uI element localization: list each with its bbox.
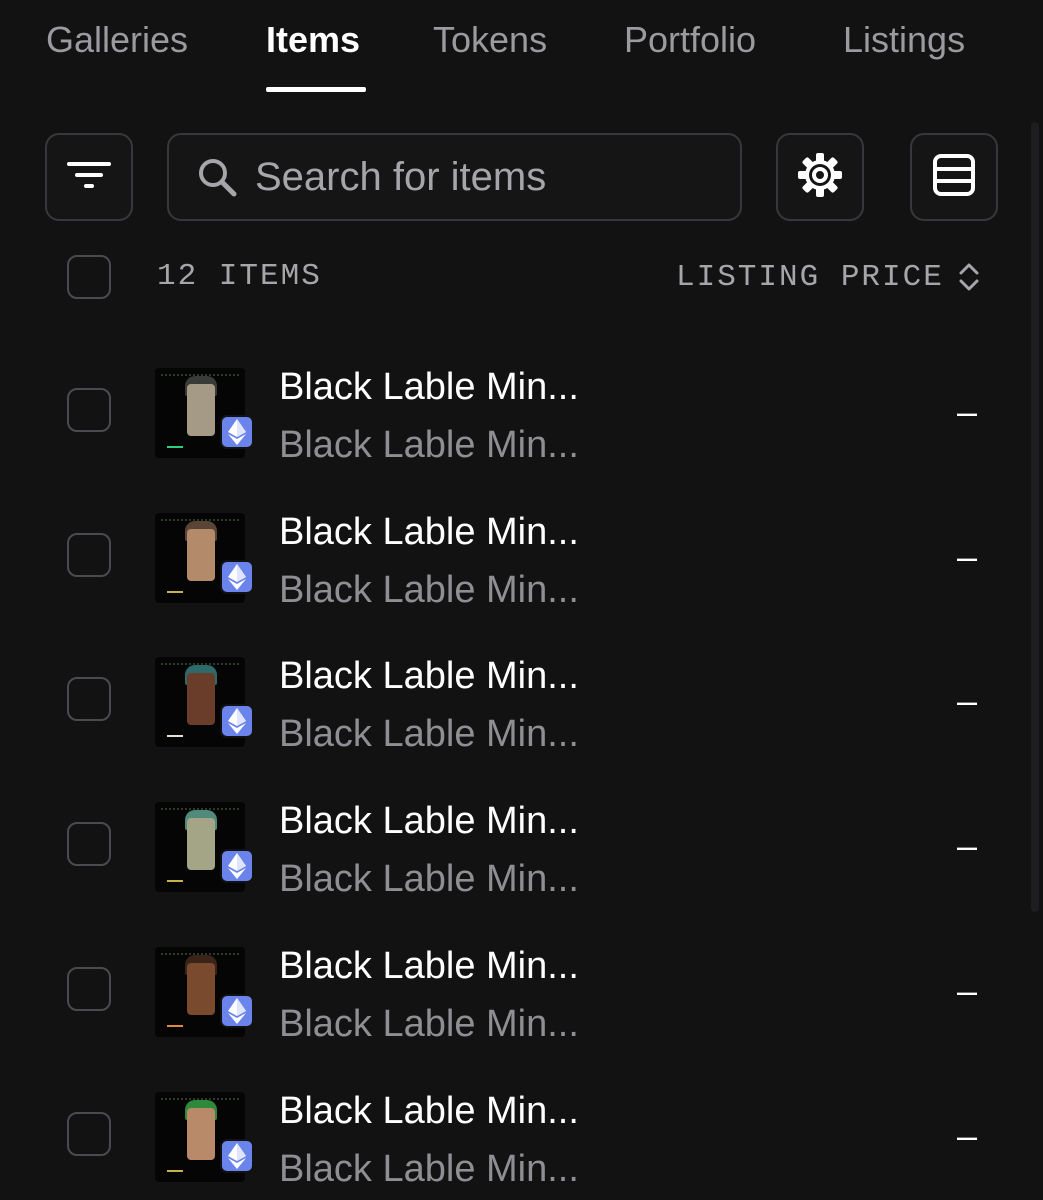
list-item[interactable]: Black Lable Min... Black Lable Min... – [0, 489, 1043, 634]
sort-arrows-icon [958, 260, 980, 294]
item-checkbox[interactable] [67, 533, 111, 577]
item-title: Black Lable Min... [279, 1090, 579, 1132]
list-item[interactable]: Black Lable Min... Black Lable Min... – [0, 778, 1043, 923]
tab-tokens[interactable]: Tokens [433, 18, 547, 62]
item-collection: Black Lable Min... [279, 424, 579, 466]
item-title: Black Lable Min... [279, 800, 579, 842]
item-listing-price: – [956, 970, 977, 1011]
search-box [167, 133, 742, 221]
settings-button[interactable] [776, 133, 864, 221]
tab-listings[interactable]: Listings [843, 18, 965, 62]
list-item[interactable]: Black Lable Min... Black Lable Min... – [0, 633, 1043, 778]
ethereum-icon [220, 994, 254, 1028]
item-collection: Black Lable Min... [279, 1003, 579, 1045]
item-checkbox[interactable] [67, 677, 111, 721]
active-tab-indicator [266, 87, 366, 92]
item-checkbox[interactable] [67, 967, 111, 1011]
ethereum-icon [220, 704, 254, 738]
list-item[interactable]: Black Lable Min... Black Lable Min... – [0, 1068, 1043, 1200]
item-title: Black Lable Min... [279, 945, 579, 987]
tab-items[interactable]: Items [266, 18, 360, 62]
tab-portfolio[interactable]: Portfolio [624, 18, 756, 62]
item-listing-price: – [956, 391, 977, 432]
filter-icon [67, 160, 111, 195]
item-count: 12 ITEMS [157, 259, 322, 294]
item-collection: Black Lable Min... [279, 858, 579, 900]
item-listing-price: – [956, 825, 977, 866]
list-item[interactable]: Black Lable Min... Black Lable Min... – [0, 923, 1043, 1068]
item-title: Black Lable Min... [279, 366, 579, 408]
item-collection: Black Lable Min... [279, 1148, 579, 1190]
list-view-icon [933, 153, 975, 201]
tab-bar: Galleries Items Tokens Portfolio Listing… [0, 0, 1043, 100]
list-item[interactable]: Black Lable Min... Black Lable Min... – [0, 344, 1043, 489]
gear-icon [796, 151, 844, 204]
item-collection: Black Lable Min... [279, 569, 579, 611]
item-checkbox[interactable] [67, 1112, 111, 1156]
scrollbar[interactable] [1031, 122, 1039, 912]
item-listing-price: – [956, 536, 977, 577]
item-collection: Black Lable Min... [279, 713, 579, 755]
tab-galleries[interactable]: Galleries [46, 18, 188, 62]
ethereum-icon [220, 560, 254, 594]
view-toggle-button[interactable] [910, 133, 998, 221]
ethereum-icon [220, 1139, 254, 1173]
items-page: Galleries Items Tokens Portfolio Listing… [0, 0, 1043, 1200]
item-title: Black Lable Min... [279, 511, 579, 553]
item-checkbox[interactable] [67, 388, 111, 432]
item-checkbox[interactable] [67, 822, 111, 866]
select-all-checkbox[interactable] [67, 255, 111, 299]
ethereum-icon [220, 849, 254, 883]
item-listing-price: – [956, 1115, 977, 1156]
ethereum-icon [220, 415, 254, 449]
search-input[interactable] [255, 147, 715, 207]
item-title: Black Lable Min... [279, 655, 579, 697]
sort-label: LISTING PRICE [676, 259, 944, 295]
filter-button[interactable] [45, 133, 133, 221]
item-listing-price: – [956, 680, 977, 721]
search-icon [197, 157, 237, 197]
sort-by-listing-price[interactable]: LISTING PRICE [676, 256, 980, 298]
